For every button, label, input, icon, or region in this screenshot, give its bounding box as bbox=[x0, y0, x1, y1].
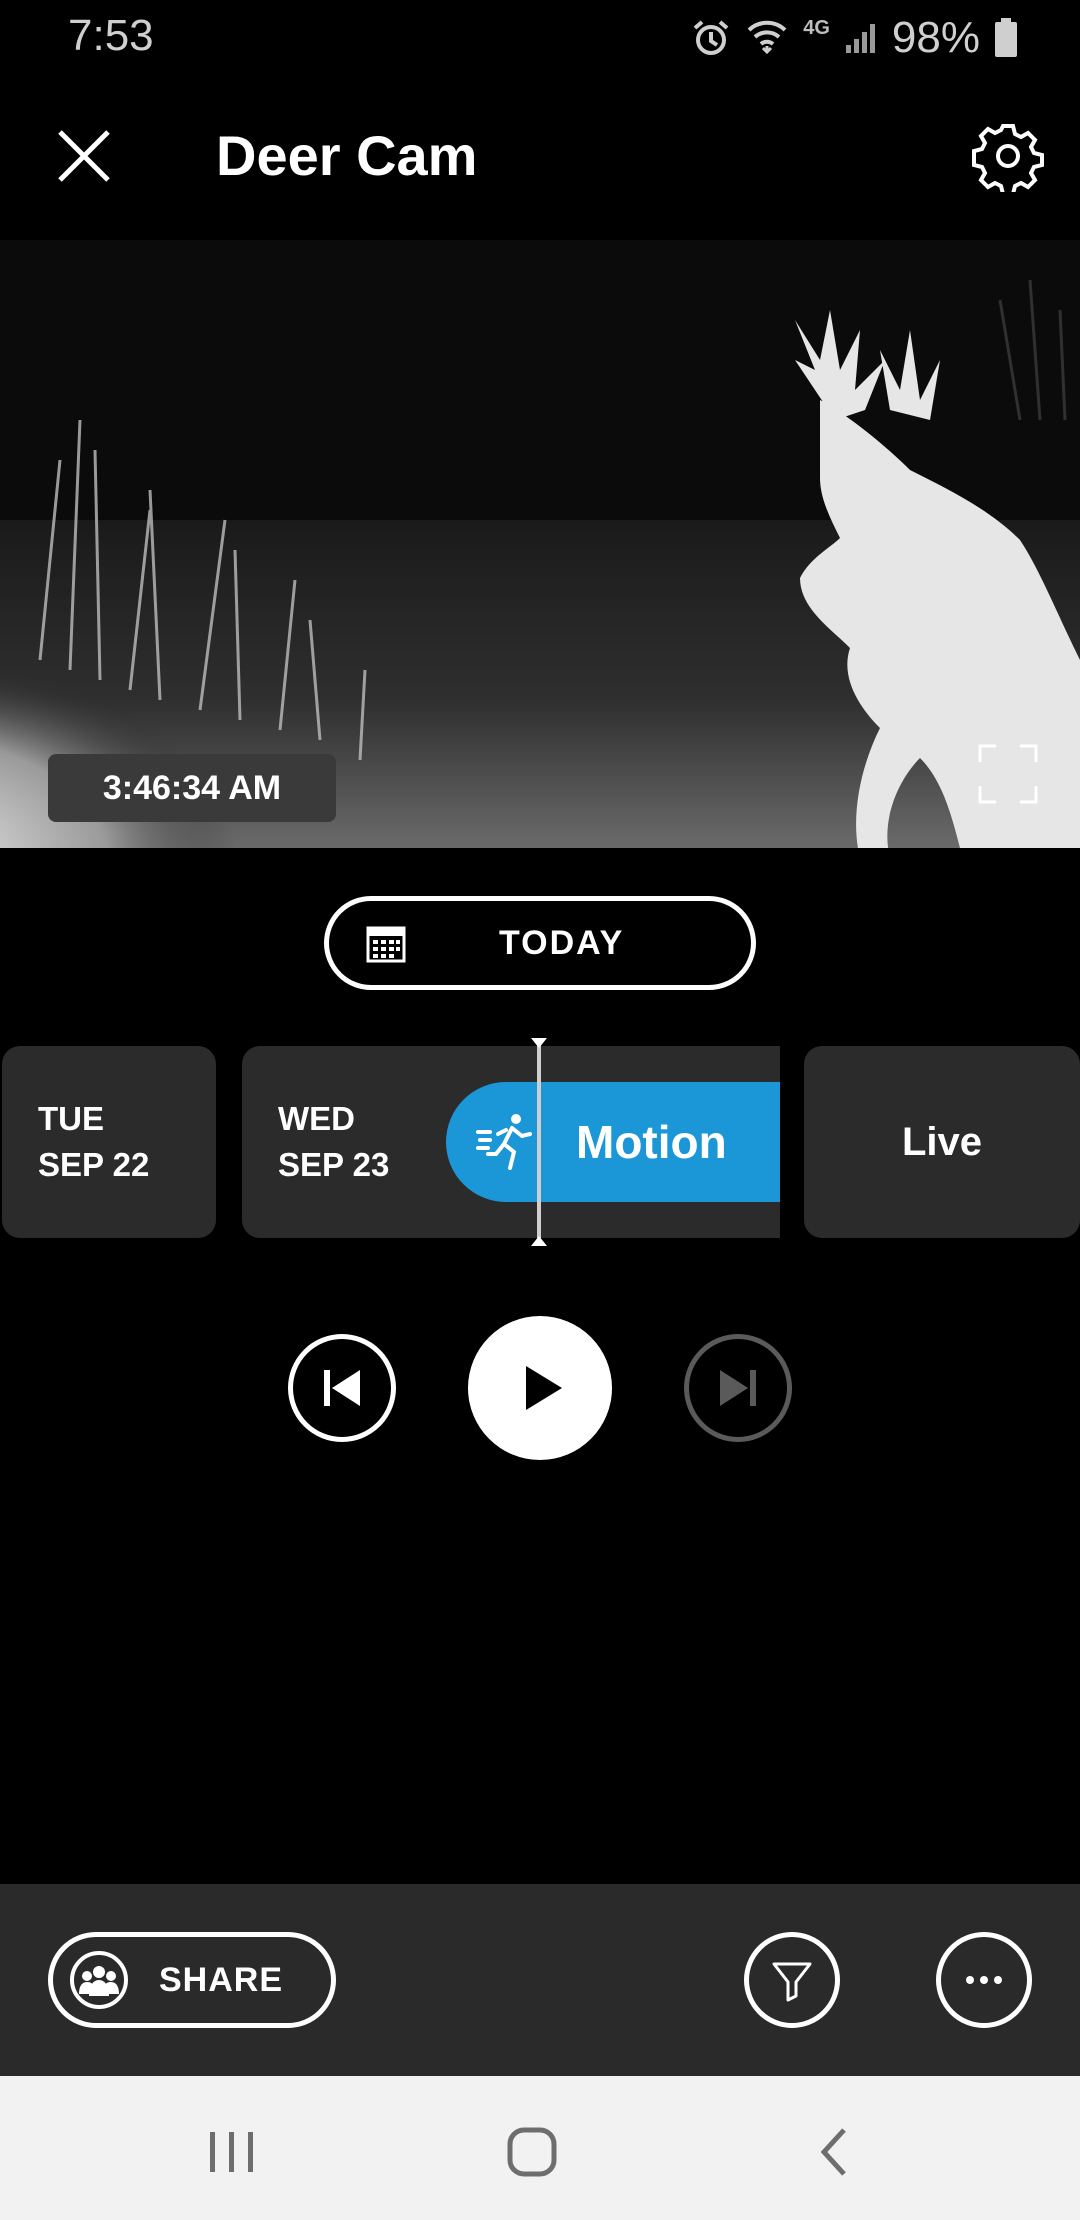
battery-percent: 98% bbox=[891, 13, 980, 62]
calendar-icon bbox=[366, 926, 406, 963]
motion-event[interactable]: Motion bbox=[446, 1082, 780, 1202]
live-label: Live bbox=[901, 1119, 983, 1164]
signal-icon bbox=[845, 24, 875, 53]
recent-apps-button[interactable] bbox=[196, 2116, 268, 2188]
timeline-weekday: WED bbox=[278, 1100, 355, 1137]
recent-apps-icon bbox=[210, 2132, 253, 2172]
close-button[interactable] bbox=[52, 124, 116, 188]
motion-event-label: Motion bbox=[576, 1116, 727, 1168]
timeline-playhead[interactable] bbox=[531, 1038, 547, 1246]
date-picker-label: TODAY bbox=[499, 923, 625, 962]
skip-next-icon bbox=[720, 1370, 756, 1406]
filter-button[interactable] bbox=[744, 1932, 840, 2028]
skip-previous-icon bbox=[324, 1370, 360, 1406]
video-timestamp: 3:46:34 AM bbox=[48, 754, 336, 822]
running-person-icon bbox=[476, 1114, 532, 1170]
next-event-button[interactable] bbox=[684, 1334, 792, 1442]
filter-icon bbox=[772, 1962, 812, 2002]
battery-icon bbox=[995, 18, 1017, 57]
system-nav-bar bbox=[0, 2076, 1080, 2220]
date-picker-button[interactable]: TODAY bbox=[324, 896, 756, 990]
playhead-top-marker bbox=[531, 1038, 547, 1048]
timeline-weekday: TUE bbox=[38, 1100, 104, 1137]
more-options-button[interactable] bbox=[936, 1932, 1032, 2028]
fullscreen-icon bbox=[978, 744, 1038, 804]
settings-button[interactable] bbox=[972, 120, 1044, 196]
network-type: 4G bbox=[803, 16, 830, 39]
share-label: SHARE bbox=[159, 1960, 284, 1999]
play-icon bbox=[526, 1366, 562, 1410]
share-button[interactable]: SHARE bbox=[48, 1932, 336, 2028]
gear-icon bbox=[972, 124, 1044, 196]
timeline-date: SEP 23 bbox=[278, 1146, 390, 1183]
status-time: 7:53 bbox=[68, 11, 154, 60]
play-button[interactable] bbox=[468, 1316, 612, 1460]
playhead-bottom-marker bbox=[531, 1236, 547, 1246]
neighbors-icon bbox=[70, 1951, 128, 2009]
more-icon bbox=[966, 1976, 1002, 1984]
previous-event-button[interactable] bbox=[288, 1334, 396, 1442]
fullscreen-button[interactable] bbox=[978, 744, 1038, 804]
page-title: Deer Cam bbox=[216, 124, 478, 187]
live-button[interactable]: Live bbox=[804, 1046, 1080, 1238]
alarm-icon bbox=[693, 20, 729, 55]
home-icon bbox=[507, 2127, 557, 2177]
timeline-date: SEP 22 bbox=[38, 1146, 150, 1183]
wifi-icon bbox=[747, 20, 787, 55]
home-button[interactable] bbox=[496, 2116, 568, 2188]
status-icons: 4G 98% bbox=[691, 10, 1018, 66]
back-button[interactable] bbox=[800, 2116, 872, 2188]
timeline-day-tue[interactable]: TUE SEP 22 bbox=[2, 1046, 216, 1238]
close-icon bbox=[58, 130, 110, 182]
back-icon bbox=[820, 2128, 846, 2176]
